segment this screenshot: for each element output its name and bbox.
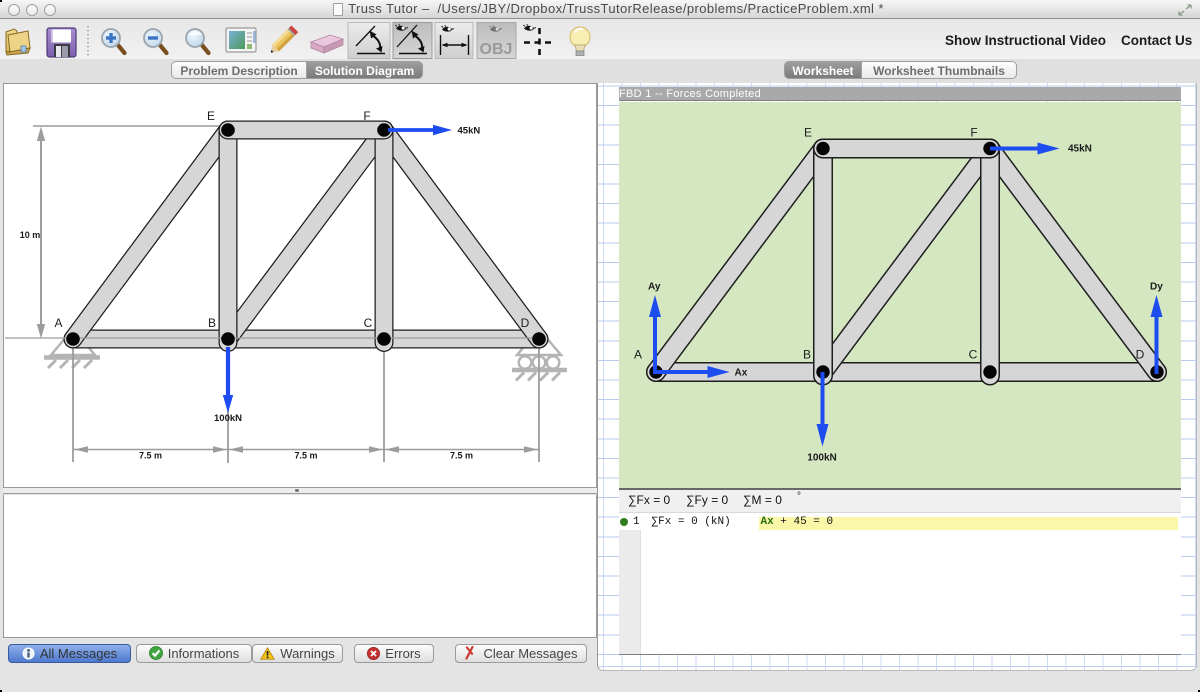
- svg-text:45kN: 45kN: [458, 126, 481, 137]
- svg-text:E: E: [804, 126, 812, 140]
- svg-text:A: A: [54, 316, 62, 330]
- svg-text:D: D: [1136, 348, 1145, 362]
- svg-text:D: D: [521, 316, 530, 330]
- svg-text:Ay: Ay: [648, 282, 661, 293]
- svg-text:A: A: [634, 348, 642, 362]
- svg-text:OBJ: OBJ: [480, 41, 513, 58]
- svg-text:Ax: Ax: [735, 368, 748, 379]
- svg-text:C: C: [969, 348, 978, 362]
- svg-text:B: B: [208, 316, 216, 330]
- svg-text:7.5 m: 7.5 m: [294, 451, 317, 461]
- svg-text:E: E: [207, 109, 215, 123]
- svg-text:Dy: Dy: [1150, 282, 1163, 293]
- svg-text:7.5 m: 7.5 m: [450, 451, 473, 461]
- svg-text:7.5 m: 7.5 m: [139, 451, 162, 461]
- svg-text:B: B: [803, 348, 811, 362]
- svg-text:C: C: [364, 316, 373, 330]
- svg-text:100kN: 100kN: [214, 413, 242, 424]
- svg-text:F: F: [970, 126, 977, 140]
- svg-text:F: F: [363, 109, 370, 123]
- svg-text:100kN: 100kN: [807, 453, 836, 464]
- svg-text:10 m: 10 m: [20, 230, 41, 240]
- svg-text:45kN: 45kN: [1068, 144, 1092, 155]
